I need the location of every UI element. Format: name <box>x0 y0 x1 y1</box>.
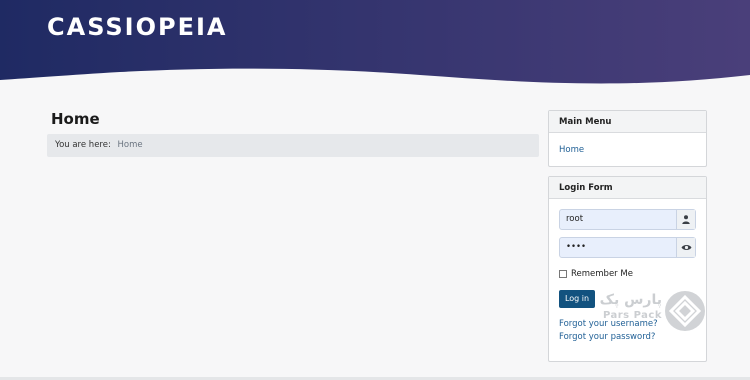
remember-me[interactable]: Remember Me <box>559 269 633 279</box>
watermark-arabic: پارس پک <box>599 292 662 308</box>
password-field[interactable]: •••• <box>559 237 696 258</box>
watermark-latin: Pars Pack <box>602 310 662 321</box>
page-title: Home <box>51 110 100 128</box>
menu-item-home[interactable]: Home <box>559 145 584 155</box>
login-form-title: Login Form <box>549 177 706 199</box>
main-menu-module: Main Menu Home <box>548 110 707 167</box>
user-icon <box>676 210 695 229</box>
username-field[interactable]: root <box>559 209 696 230</box>
remember-me-label: Remember Me <box>571 269 633 279</box>
site-brand[interactable]: CASSIOPEIA <box>47 13 228 41</box>
eye-icon[interactable] <box>676 238 695 257</box>
breadcrumb-prefix: You are here: <box>55 140 111 150</box>
watermark: پارس پک Pars Pack <box>582 290 707 335</box>
breadcrumb: You are here: Home <box>47 134 539 157</box>
password-value: •••• <box>566 242 587 252</box>
main-menu-title: Main Menu <box>549 111 706 133</box>
username-value: root <box>566 214 584 224</box>
remember-me-checkbox[interactable] <box>559 270 567 278</box>
watermark-logo-icon <box>665 291 705 331</box>
breadcrumb-current: Home <box>117 140 143 150</box>
site-header: CASSIOPEIA <box>0 0 750 90</box>
